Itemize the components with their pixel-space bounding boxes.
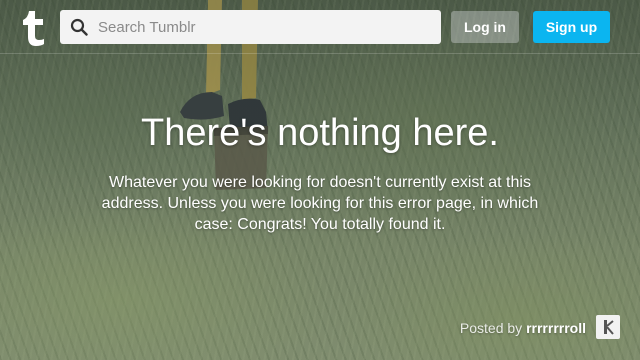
login-button[interactable]: Log in — [451, 11, 519, 43]
page-title: There's nothing here. — [141, 112, 499, 154]
search-input[interactable] — [98, 12, 428, 42]
error-description: Whatever you were looking for doesn't cu… — [101, 174, 539, 233]
search-icon — [60, 10, 98, 44]
credit-author-link[interactable]: rrrrrrrroll — [526, 320, 586, 336]
search-bar[interactable] — [60, 10, 441, 44]
top-navbar: Log in Sign up — [0, 0, 640, 54]
credit-prefix: Posted by — [459, 320, 523, 336]
signup-button[interactable]: Sign up — [533, 11, 610, 43]
author-avatar-icon[interactable] — [596, 315, 620, 339]
photo-credit: Posted by rrrrrrrroll — [460, 318, 586, 338]
tumblr-logo-icon[interactable] — [20, 10, 46, 46]
